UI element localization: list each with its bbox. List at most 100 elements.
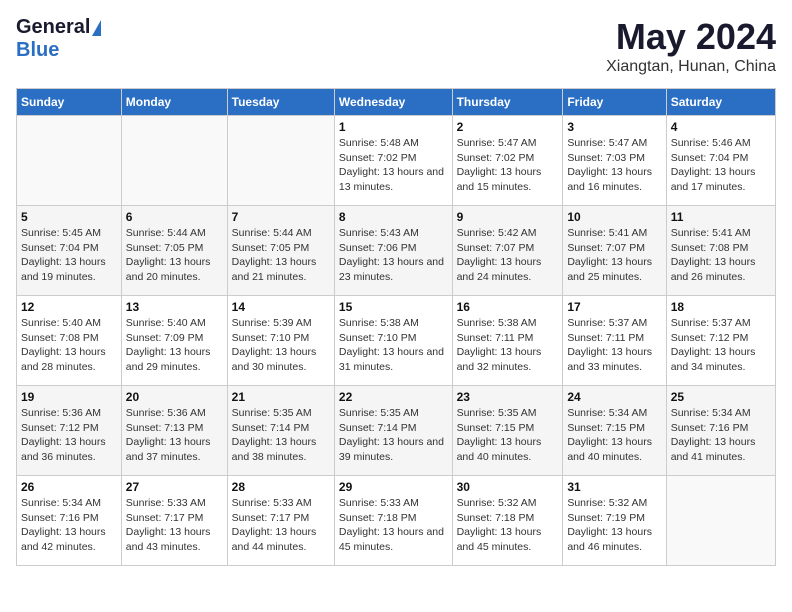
day-number: 26 <box>21 480 117 494</box>
day-number: 11 <box>671 210 771 224</box>
day-info: Sunrise: 5:45 AMSunset: 7:04 PMDaylight:… <box>21 226 117 285</box>
day-number: 13 <box>126 300 223 314</box>
calendar-title: May 2024 <box>606 16 776 58</box>
calendar-table: Sunday Monday Tuesday Wednesday Thursday… <box>16 88 776 566</box>
calendar-week-row: 5 Sunrise: 5:45 AMSunset: 7:04 PMDaylight… <box>17 206 776 296</box>
day-number: 7 <box>232 210 330 224</box>
calendar-cell: 1 Sunrise: 5:48 AMSunset: 7:02 PMDaylight… <box>334 116 452 206</box>
calendar-cell: 25Sunrise: 5:34 AMSunset: 7:16 PMDayligh… <box>666 386 775 476</box>
day-info: Sunrise: 5:48 AMSunset: 7:02 PMDaylight:… <box>339 136 448 195</box>
day-number: 31 <box>567 480 661 494</box>
calendar-cell: 6 Sunrise: 5:44 AMSunset: 7:05 PMDaylight… <box>121 206 227 296</box>
calendar-cell: 5 Sunrise: 5:45 AMSunset: 7:04 PMDaylight… <box>17 206 122 296</box>
calendar-cell <box>17 116 122 206</box>
calendar-cell: 31 Sunrise: 5:32 AMSunset: 7:19 PMDayligh… <box>563 476 666 566</box>
day-info: Sunrise: 5:39 AMSunset: 7:10 PMDaylight:… <box>232 316 330 375</box>
calendar-cell: 11 Sunrise: 5:41 AMSunset: 7:08 PMDayligh… <box>666 206 775 296</box>
day-number: 24 <box>567 390 661 404</box>
day-info: Sunrise: 5:40 AMSunset: 7:08 PMDaylight:… <box>21 316 117 375</box>
day-number: 19 <box>21 390 117 404</box>
day-info: Sunrise: 5:35 AMSunset: 7:14 PMDaylight:… <box>232 406 330 465</box>
day-number: 10 <box>567 210 661 224</box>
calendar-subtitle: Xiangtan, Hunan, China <box>606 58 776 76</box>
calendar-cell: 17 Sunrise: 5:37 AMSunset: 7:11 PMDayligh… <box>563 296 666 386</box>
logo: General Blue <box>16 16 101 62</box>
calendar-cell: 22Sunrise: 5:35 AMSunset: 7:14 PMDayligh… <box>334 386 452 476</box>
calendar-week-row: 26 Sunrise: 5:34 AMSunset: 7:16 PMDayligh… <box>17 476 776 566</box>
day-info: Sunrise: 5:33 AMSunset: 7:17 PMDaylight:… <box>232 496 330 555</box>
calendar-cell: 9Sunrise: 5:42 AMSunset: 7:07 PMDaylight… <box>452 206 563 296</box>
day-info: Sunrise: 5:47 AMSunset: 7:02 PMDaylight:… <box>457 136 559 195</box>
day-number: 4 <box>671 120 771 134</box>
calendar-cell: 2 Sunrise: 5:47 AMSunset: 7:02 PMDaylight… <box>452 116 563 206</box>
day-info: Sunrise: 5:32 AMSunset: 7:19 PMDaylight:… <box>567 496 661 555</box>
logo-general: General <box>16 16 90 39</box>
logo-blue: Blue <box>16 39 59 61</box>
calendar-week-row: 19Sunrise: 5:36 AMSunset: 7:12 PMDayligh… <box>17 386 776 476</box>
day-info: Sunrise: 5:36 AMSunset: 7:13 PMDaylight:… <box>126 406 223 465</box>
calendar-header: Sunday Monday Tuesday Wednesday Thursday… <box>17 89 776 116</box>
day-info: Sunrise: 5:41 AMSunset: 7:07 PMDaylight:… <box>567 226 661 285</box>
calendar-cell: 28 Sunrise: 5:33 AMSunset: 7:17 PMDayligh… <box>227 476 334 566</box>
day-number: 28 <box>232 480 330 494</box>
day-number: 17 <box>567 300 661 314</box>
calendar-cell: 21 Sunrise: 5:35 AMSunset: 7:14 PMDayligh… <box>227 386 334 476</box>
day-number: 1 <box>339 120 448 134</box>
day-number: 30 <box>457 480 559 494</box>
header-saturday: Saturday <box>666 89 775 116</box>
day-number: 15 <box>339 300 448 314</box>
calendar-week-row: 12Sunrise: 5:40 AMSunset: 7:08 PMDayligh… <box>17 296 776 386</box>
calendar-cell: 16Sunrise: 5:38 AMSunset: 7:11 PMDayligh… <box>452 296 563 386</box>
day-number: 18 <box>671 300 771 314</box>
day-number: 14 <box>232 300 330 314</box>
calendar-cell <box>227 116 334 206</box>
day-number: 25 <box>671 390 771 404</box>
header-tuesday: Tuesday <box>227 89 334 116</box>
day-number: 22 <box>339 390 448 404</box>
calendar-cell <box>121 116 227 206</box>
page-header: General Blue May 2024 Xiangtan, Hunan, C… <box>16 16 776 76</box>
day-info: Sunrise: 5:42 AMSunset: 7:07 PMDaylight:… <box>457 226 559 285</box>
header-wednesday: Wednesday <box>334 89 452 116</box>
calendar-cell: 4 Sunrise: 5:46 AMSunset: 7:04 PMDaylight… <box>666 116 775 206</box>
day-info: Sunrise: 5:33 AMSunset: 7:17 PMDaylight:… <box>126 496 223 555</box>
calendar-cell: 12Sunrise: 5:40 AMSunset: 7:08 PMDayligh… <box>17 296 122 386</box>
calendar-cell: 13Sunrise: 5:40 AMSunset: 7:09 PMDayligh… <box>121 296 227 386</box>
calendar-cell: 10 Sunrise: 5:41 AMSunset: 7:07 PMDayligh… <box>563 206 666 296</box>
day-info: Sunrise: 5:43 AMSunset: 7:06 PMDaylight:… <box>339 226 448 285</box>
calendar-cell: 26 Sunrise: 5:34 AMSunset: 7:16 PMDayligh… <box>17 476 122 566</box>
day-number: 20 <box>126 390 223 404</box>
day-info: Sunrise: 5:34 AMSunset: 7:16 PMDaylight:… <box>21 496 117 555</box>
calendar-cell: 14 Sunrise: 5:39 AMSunset: 7:10 PMDayligh… <box>227 296 334 386</box>
day-info: Sunrise: 5:37 AMSunset: 7:12 PMDaylight:… <box>671 316 771 375</box>
day-number: 8 <box>339 210 448 224</box>
calendar-cell <box>666 476 775 566</box>
header-thursday: Thursday <box>452 89 563 116</box>
day-info: Sunrise: 5:35 AMSunset: 7:15 PMDaylight:… <box>457 406 559 465</box>
day-number: 5 <box>21 210 117 224</box>
calendar-cell: 30 Sunrise: 5:32 AMSunset: 7:18 PMDayligh… <box>452 476 563 566</box>
header-friday: Friday <box>563 89 666 116</box>
header-monday: Monday <box>121 89 227 116</box>
day-info: Sunrise: 5:33 AMSunset: 7:18 PMDaylight:… <box>339 496 448 555</box>
header-row: Sunday Monday Tuesday Wednesday Thursday… <box>17 89 776 116</box>
day-number: 21 <box>232 390 330 404</box>
day-info: Sunrise: 5:46 AMSunset: 7:04 PMDaylight:… <box>671 136 771 195</box>
day-info: Sunrise: 5:47 AMSunset: 7:03 PMDaylight:… <box>567 136 661 195</box>
day-info: Sunrise: 5:41 AMSunset: 7:08 PMDaylight:… <box>671 226 771 285</box>
day-info: Sunrise: 5:38 AMSunset: 7:11 PMDaylight:… <box>457 316 559 375</box>
day-number: 6 <box>126 210 223 224</box>
day-number: 3 <box>567 120 661 134</box>
day-info: Sunrise: 5:34 AMSunset: 7:15 PMDaylight:… <box>567 406 661 465</box>
calendar-cell: 20 Sunrise: 5:36 AMSunset: 7:13 PMDayligh… <box>121 386 227 476</box>
title-block: May 2024 Xiangtan, Hunan, China <box>606 16 776 76</box>
calendar-cell: 3 Sunrise: 5:47 AMSunset: 7:03 PMDaylight… <box>563 116 666 206</box>
day-info: Sunrise: 5:44 AMSunset: 7:05 PMDaylight:… <box>126 226 223 285</box>
calendar-body: 1 Sunrise: 5:48 AMSunset: 7:02 PMDaylight… <box>17 116 776 566</box>
day-number: 2 <box>457 120 559 134</box>
day-info: Sunrise: 5:38 AMSunset: 7:10 PMDaylight:… <box>339 316 448 375</box>
day-info: Sunrise: 5:37 AMSunset: 7:11 PMDaylight:… <box>567 316 661 375</box>
day-info: Sunrise: 5:32 AMSunset: 7:18 PMDaylight:… <box>457 496 559 555</box>
day-number: 29 <box>339 480 448 494</box>
calendar-cell: 8 Sunrise: 5:43 AMSunset: 7:06 PMDaylight… <box>334 206 452 296</box>
